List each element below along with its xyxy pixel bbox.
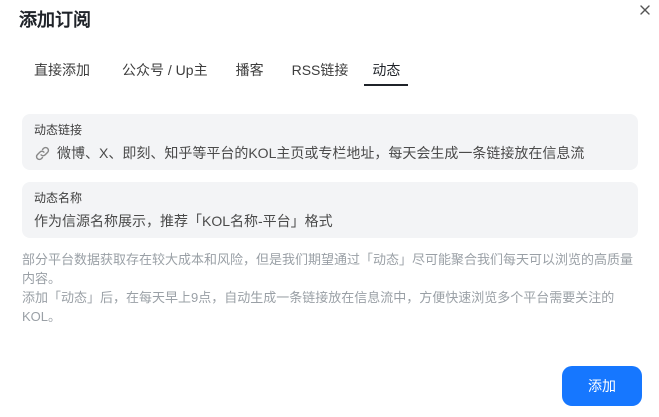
tab-direct-add[interactable]: 直接添加	[22, 60, 102, 86]
tab-podcast[interactable]: 播客	[224, 60, 276, 86]
feed-description: 部分平台数据获取存在较大成本和风险，但是我们期望通过「动态」尽可能聚合我们每天可…	[22, 250, 642, 326]
link-icon	[35, 146, 50, 160]
tab-bar: 直接添加 公众号 / Up主 播客 RSS链接 动态	[22, 60, 409, 88]
dialog-title: 添加订阅	[19, 10, 91, 30]
tab-rss-link[interactable]: RSS链接	[280, 60, 361, 86]
add-subscription-dialog: 添加订阅 直接添加 公众号 / Up主 播客 RSS链接 动态 动态链接 动态名…	[0, 0, 659, 417]
feed-name-label: 动态名称	[34, 191, 83, 205]
feed-name-input[interactable]	[34, 210, 626, 232]
feed-name-field: 动态名称	[22, 182, 638, 238]
feed-link-label: 动态链接	[34, 123, 83, 137]
feed-description-paragraph-1: 部分平台数据获取存在较大成本和风险，但是我们期望通过「动态」尽可能聚合我们每天可…	[22, 252, 634, 286]
tab-official-account[interactable]: 公众号 / Up主	[110, 60, 220, 86]
feed-name-input-row	[34, 210, 626, 232]
add-button[interactable]: 添加	[562, 366, 642, 406]
feed-description-paragraph-2: 添加「动态」后，在每天早上9点，自动生成一条链接放在信息流中，方便快速浏览多个平…	[22, 290, 615, 324]
feed-link-input-row	[34, 142, 626, 164]
close-icon[interactable]	[637, 2, 653, 18]
feed-link-input[interactable]	[57, 142, 626, 164]
tab-feed[interactable]: 动态	[364, 60, 409, 86]
feed-link-field: 动态链接	[22, 114, 638, 170]
